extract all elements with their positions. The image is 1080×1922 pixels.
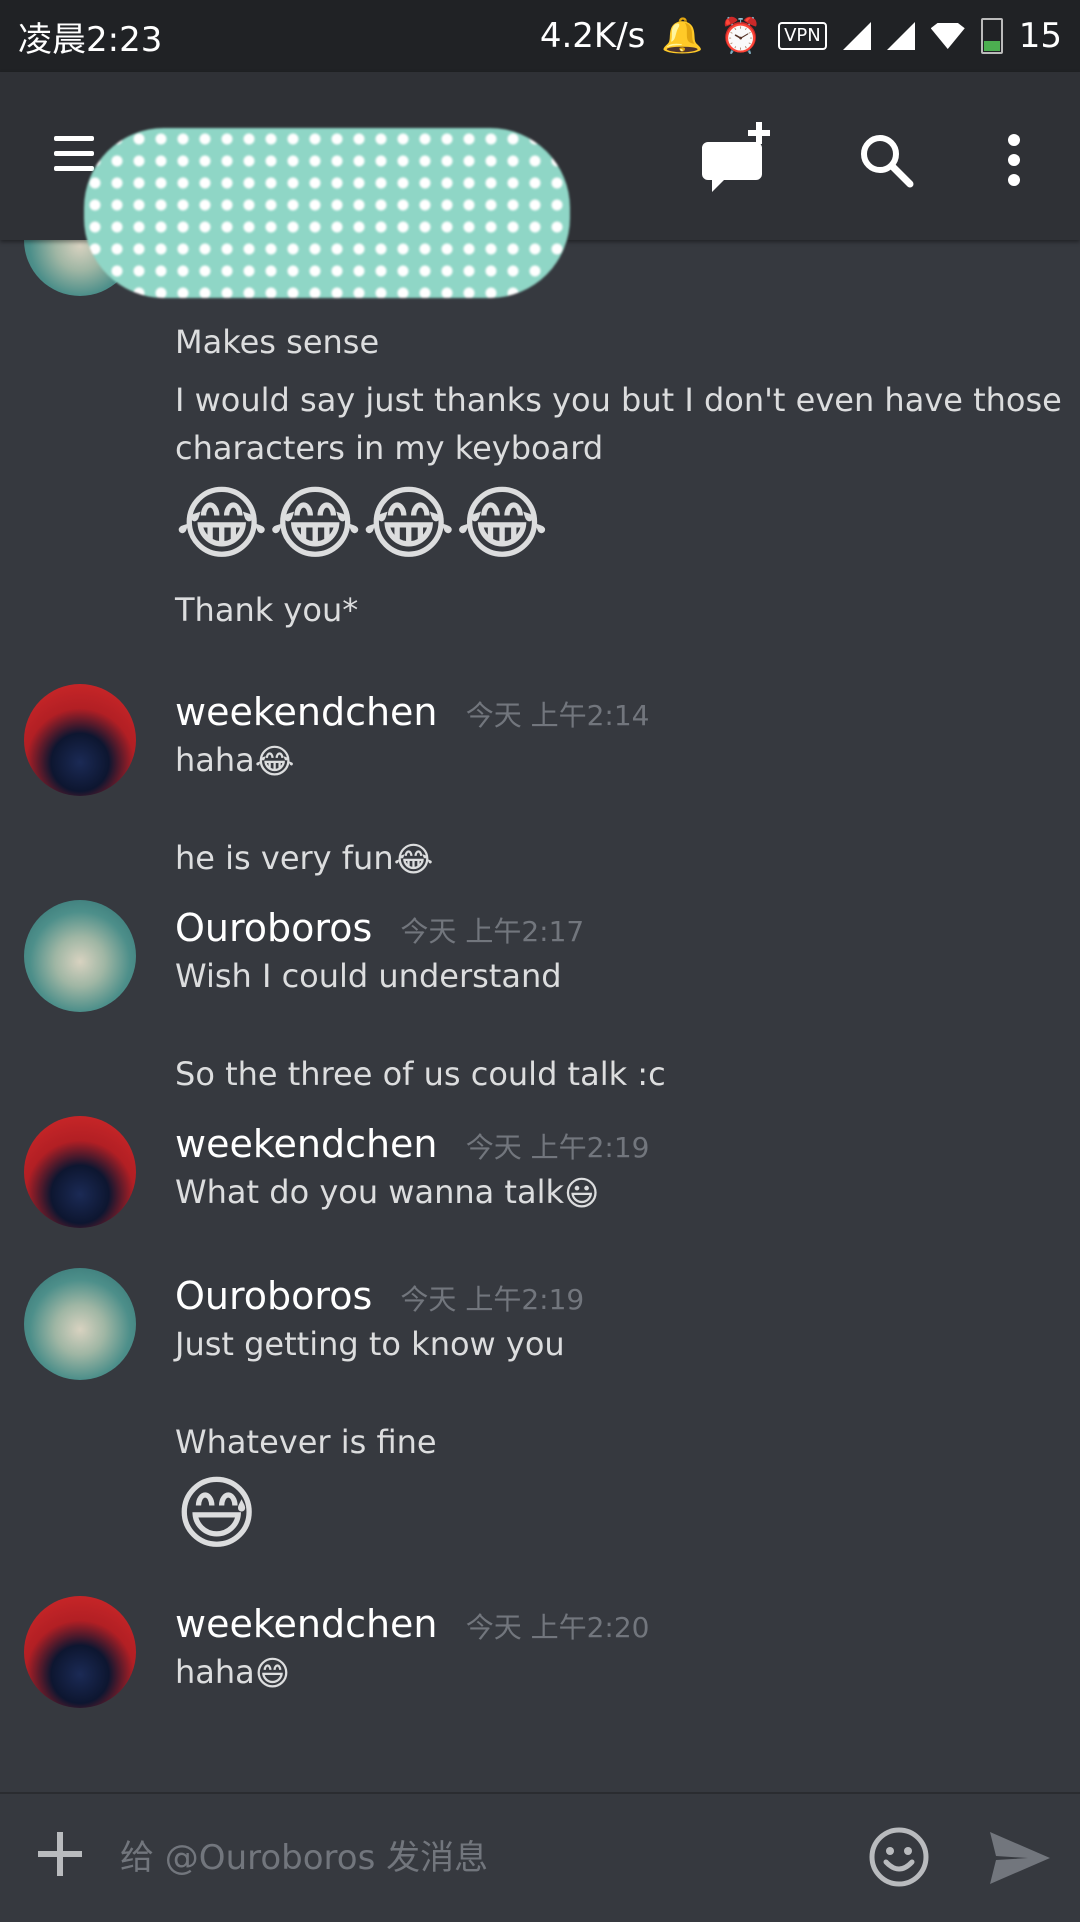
send-icon[interactable]: [988, 1830, 1052, 1886]
message-group: Makes sense: [175, 318, 379, 366]
avatar[interactable]: [24, 900, 136, 1012]
emoji-picker-icon[interactable]: [868, 1826, 930, 1888]
add-attachment-icon[interactable]: [38, 1832, 82, 1876]
channel-header: [0, 72, 1080, 298]
author-name[interactable]: weekendchen: [175, 690, 438, 734]
author-name[interactable]: Ouroboros: [175, 1274, 372, 1318]
timestamp: 今天 上午2:19: [400, 1283, 585, 1316]
more-vertical-icon[interactable]: [974, 120, 1054, 200]
emoji: 😃: [563, 1174, 600, 1214]
message-group: Thank you*: [175, 586, 358, 634]
message-text: haha: [175, 741, 255, 779]
author-name[interactable]: weekendchen: [175, 1122, 438, 1166]
search-icon[interactable]: [846, 120, 926, 200]
message-text: I would say just thanks you but I don't …: [175, 381, 1062, 419]
timestamp: 今天 上午2:17: [400, 915, 585, 948]
message-group: weekendchen 今天 上午2:14 haha😂: [175, 688, 649, 784]
battery-icon: [980, 18, 1003, 54]
message-group: weekendchen 今天 上午2:19 What do you wanna …: [175, 1120, 649, 1216]
status-icons: 4.2K/s 🔔 ⏰ VPN 15: [540, 16, 1062, 56]
message-list[interactable]: 😂 Makes sense I would say just thanks yo…: [0, 240, 1080, 1792]
message-text: he is very fun: [175, 839, 394, 877]
emoji: 😂: [393, 840, 434, 880]
battery-level: 15: [1018, 16, 1062, 56]
network-speed: 4.2K/s: [539, 16, 646, 56]
signal-icon-2: [886, 22, 915, 50]
wifi-icon: [930, 23, 965, 49]
timestamp: 今天 上午2:19: [465, 1131, 650, 1164]
timestamp: 今天 上午2:20: [465, 1611, 650, 1644]
message-text: Wish I could understand: [175, 957, 562, 995]
message-composer: [0, 1792, 1080, 1922]
message-text: Just getting to know you: [175, 1325, 565, 1363]
message-text: Whatever is fine: [175, 1423, 437, 1461]
status-bar: 凌晨2:23 4.2K/s 🔔 ⏰ VPN 15: [0, 0, 1080, 72]
signal-icon: [842, 22, 871, 50]
message-group: So the three of us could talk :c: [175, 1050, 666, 1098]
emoji: 😂😂😂😂: [175, 477, 549, 570]
status-time: 凌晨2:23: [18, 19, 163, 60]
message-group: Ouroboros 今天 上午2:19 Just getting to know…: [175, 1272, 584, 1368]
redacted-title: [84, 128, 570, 298]
avatar[interactable]: [24, 1596, 136, 1708]
vpn-icon: VPN: [778, 22, 827, 50]
menu-icon[interactable]: [54, 136, 94, 176]
message-text: What do you wanna talk: [175, 1173, 564, 1211]
message-text: So the three of us could talk :c: [175, 1055, 666, 1093]
message-input[interactable]: [118, 1822, 822, 1894]
bell-icon: 🔔: [661, 16, 704, 56]
emoji: 😄: [254, 1654, 291, 1694]
author-name[interactable]: weekendchen: [175, 1602, 438, 1646]
message-group: Whatever is fine 😅: [175, 1418, 437, 1562]
message-group: weekendchen 今天 上午2:20 haha😄: [175, 1600, 649, 1696]
message-group: 😂😂😂😂: [175, 476, 549, 572]
message-text: characters in my keyboard: [175, 429, 604, 467]
chat-plus-icon[interactable]: [700, 120, 780, 200]
alarm-icon: ⏰: [719, 16, 763, 56]
emoji: 😅: [175, 1467, 259, 1560]
message-text: haha: [175, 1653, 255, 1691]
author-name[interactable]: Ouroboros: [175, 906, 372, 950]
avatar[interactable]: [24, 1268, 136, 1380]
avatar[interactable]: [24, 684, 136, 796]
message-text: Makes sense: [175, 323, 380, 361]
emoji: 😂: [254, 742, 295, 782]
message-group: Ouroboros 今天 上午2:17 Wish I could underst…: [175, 904, 584, 1000]
message-group: he is very fun😂: [175, 834, 433, 882]
avatar[interactable]: [24, 1116, 136, 1228]
message-group: I would say just thanks you but I don't …: [175, 376, 1062, 472]
message-text: Thank you*: [175, 591, 359, 629]
timestamp: 今天 上午2:14: [465, 699, 650, 732]
